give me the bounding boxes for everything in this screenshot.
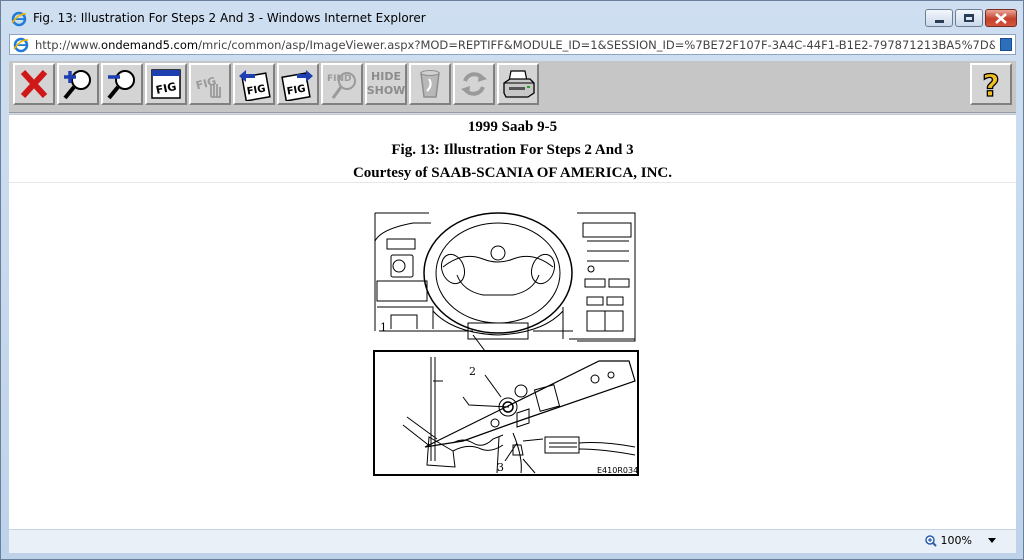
zoom-level: 100% — [940, 534, 972, 547]
close-icon — [995, 12, 1007, 24]
fig-back-icon: FIG — [239, 70, 271, 101]
figure-title: Fig. 13: Illustration For Steps 2 And 3 — [391, 142, 634, 158]
window-controls — [923, 9, 1017, 27]
find-button[interactable]: FIND — [321, 63, 363, 105]
callout-2: 2 — [469, 365, 476, 378]
url-prefix: http://www. — [35, 38, 102, 52]
ie-logo-icon — [11, 11, 27, 27]
window-title: Fig. 13: Illustration For Steps 2 And 3 … — [33, 11, 426, 25]
hide-show-button[interactable]: HIDE SHOW — [365, 63, 407, 105]
address-url[interactable]: http://www.ondemand5.com/mric/common/asp… — [35, 38, 995, 52]
zoom-control[interactable]: 100% — [924, 534, 996, 547]
fig-hand-icon: FIG — [194, 75, 221, 98]
figure-code: E410R034 — [597, 466, 638, 475]
zoom-in-icon — [63, 70, 91, 100]
help-icon: ? — [982, 68, 1001, 101]
vehicle-heading: 1999 Saab 9-5 — [467, 119, 558, 135]
show-label: SHOW — [366, 84, 406, 97]
hide-label: HIDE — [371, 70, 401, 83]
find-icon: FIND — [327, 72, 356, 99]
callout-3: 3 — [497, 461, 504, 474]
previous-figure-button[interactable]: FIG — [233, 63, 275, 105]
status-bar: 100% — [9, 529, 1016, 553]
minimize-icon — [934, 19, 944, 23]
figure-select-button[interactable]: FIG — [189, 63, 231, 105]
rotate-icon — [461, 72, 487, 96]
figure-list-button[interactable]: FIG — [145, 63, 187, 105]
address-bar[interactable]: http://www.ondemand5.com/mric/common/asp… — [9, 34, 1016, 55]
fig-icon: FIG — [151, 69, 181, 99]
fig-forward-icon: FIG — [281, 70, 313, 101]
url-rest: /mric/common/asp/ImageViewer.aspx?MOD=RE… — [198, 38, 995, 52]
printer-icon — [503, 70, 535, 98]
callout-1: 1 — [380, 321, 387, 334]
close-viewer-button[interactable] — [13, 63, 55, 105]
zoom-in-button[interactable] — [57, 63, 99, 105]
zoom-out-icon — [107, 70, 135, 100]
zoom-out-button[interactable] — [101, 63, 143, 105]
close-red-x-icon — [20, 69, 48, 99]
fill-button[interactable] — [409, 63, 451, 105]
next-figure-button[interactable]: FIG — [277, 63, 319, 105]
maximize-button[interactable] — [955, 9, 983, 27]
maximize-icon — [964, 14, 974, 22]
browser-window: Fig. 13: Illustration For Steps 2 And 3 … — [0, 0, 1024, 560]
hide-show-icon: HIDE SHOW — [367, 70, 406, 98]
help-button[interactable]: ? — [970, 63, 1012, 105]
document-view: 1999 Saab 9-5 Fig. 13: Illustration For … — [9, 114, 1016, 529]
rotate-button[interactable] — [453, 63, 495, 105]
dashboard-illustration: 1 2 3 E410R034 — [373, 212, 639, 476]
zoom-icon — [924, 534, 937, 547]
chevron-down-icon[interactable] — [988, 538, 996, 543]
image-viewer-toolbar: FIG FIG FIG FIG FIND HIDE SHOW ? — [9, 61, 1016, 113]
compatibility-icon[interactable] — [1000, 38, 1012, 51]
minimize-button[interactable] — [925, 9, 953, 27]
print-button[interactable] — [497, 63, 539, 105]
courtesy-line: Courtesy of SAAB-SCANIA OF AMERICA, INC. — [352, 165, 673, 181]
bucket-icon — [420, 70, 440, 98]
close-button[interactable] — [985, 9, 1017, 27]
title-bar[interactable]: Fig. 13: Illustration For Steps 2 And 3 … — [1, 1, 1023, 34]
ie-page-icon — [13, 37, 29, 53]
divider — [9, 182, 1016, 183]
svg-text:?: ? — [982, 69, 999, 101]
url-domain: ondemand5.com — [101, 38, 199, 52]
